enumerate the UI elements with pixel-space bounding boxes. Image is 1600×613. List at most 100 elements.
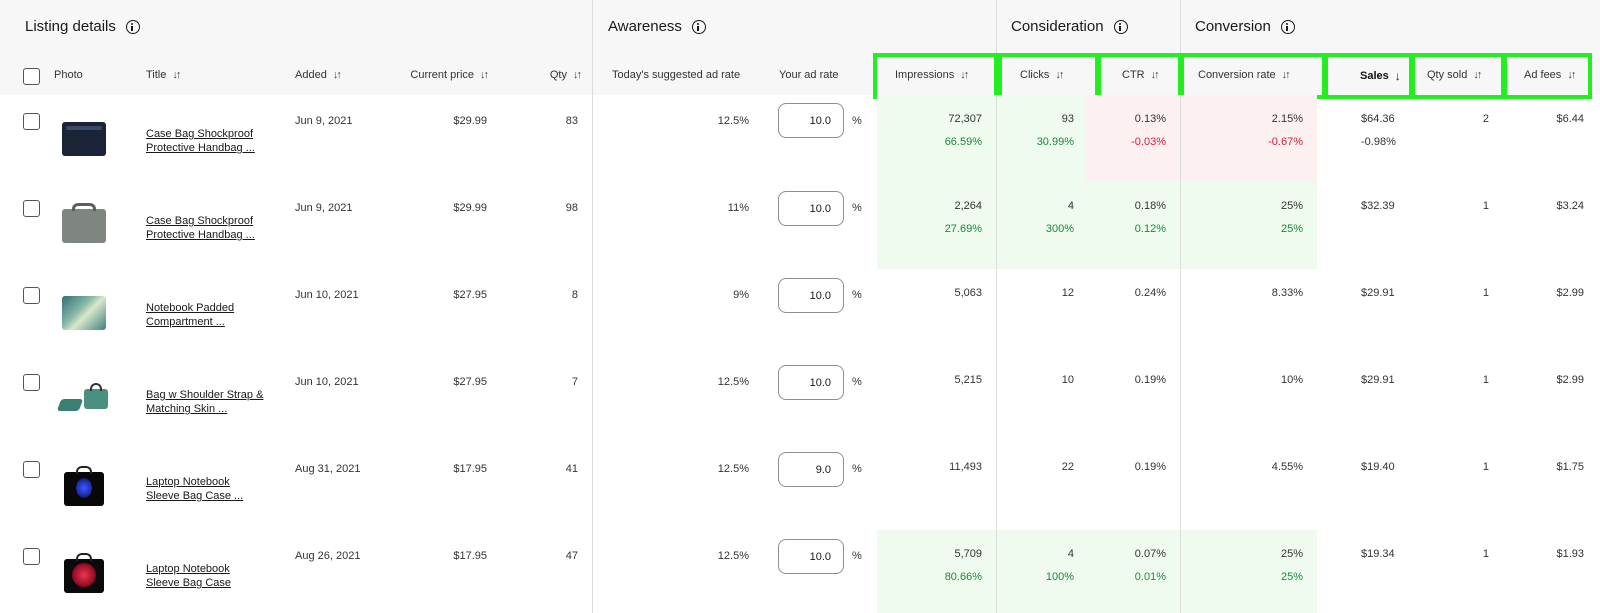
impressions-value: 5,063 bbox=[954, 287, 982, 299]
added-date: Jun 10, 2021 bbox=[295, 376, 359, 388]
product-photo[interactable] bbox=[58, 203, 110, 249]
suggested-ad-rate: 9% bbox=[733, 289, 749, 301]
quantity: 8 bbox=[571, 289, 578, 301]
percent-sign: % bbox=[852, 463, 862, 475]
sort-icon[interactable]: ↓↑ bbox=[573, 69, 582, 81]
ctr-value: 0.07% bbox=[1134, 548, 1166, 560]
row-checkbox[interactable] bbox=[23, 374, 40, 391]
listing-title-link[interactable]: Notebook Padded Compartment ... bbox=[146, 301, 266, 329]
listing-title-link[interactable]: Laptop Notebook Sleeve Bag Case bbox=[146, 562, 266, 590]
info-icon[interactable] bbox=[1113, 19, 1128, 34]
highlight-ad-fees bbox=[1503, 53, 1592, 99]
current-price: $29.99 bbox=[453, 115, 487, 127]
sort-icon[interactable]: ↓↑ bbox=[480, 69, 489, 81]
clicks-value: 93 bbox=[1061, 113, 1074, 125]
listing-title-link[interactable]: Bag w Shoulder Strap & Matching Skin ... bbox=[146, 388, 266, 416]
info-icon[interactable] bbox=[691, 19, 706, 34]
listing-title-link[interactable]: Case Bag Shockproof Protective Handbag .… bbox=[146, 214, 266, 242]
ad-rate-input[interactable] bbox=[778, 278, 844, 313]
sort-icon[interactable]: ↓↑ bbox=[172, 69, 181, 81]
group-awareness: Awareness bbox=[608, 18, 706, 35]
impressions-delta: 80.66% bbox=[944, 571, 982, 583]
percent-sign: % bbox=[852, 115, 862, 127]
conversion-rate-value: 2.15% bbox=[1271, 113, 1303, 125]
group-conversion: Conversion bbox=[1195, 18, 1295, 35]
column-header-added[interactable]: Added ↓↑ bbox=[295, 69, 342, 81]
group-listing-details: Listing details bbox=[25, 18, 140, 35]
group-title: Awareness bbox=[608, 18, 682, 35]
conversion-rate-value: 25% bbox=[1280, 200, 1303, 212]
ad-rate-input[interactable] bbox=[778, 365, 844, 400]
listing-title-link[interactable]: Laptop Notebook Sleeve Bag Case ... bbox=[146, 475, 266, 503]
current-price: $27.95 bbox=[453, 289, 487, 301]
sales-value: $29.91 bbox=[1361, 287, 1395, 299]
quantity: 47 bbox=[565, 550, 578, 562]
ad-rate-input[interactable] bbox=[778, 191, 844, 226]
highlight-ctr bbox=[1097, 53, 1182, 99]
sales-delta: -0.98% bbox=[1361, 136, 1396, 148]
ad-rate-input[interactable] bbox=[778, 103, 844, 138]
current-price: $29.99 bbox=[453, 202, 487, 214]
clicks-value: 12 bbox=[1061, 287, 1074, 299]
info-icon[interactable] bbox=[125, 19, 140, 34]
ad-fees-value: $2.99 bbox=[1556, 287, 1584, 299]
conversion-rate-value: 4.55% bbox=[1271, 461, 1303, 473]
group-title: Consideration bbox=[1011, 18, 1104, 35]
impressions-delta: 66.59% bbox=[944, 136, 982, 148]
conversion-rate-delta: 25% bbox=[1280, 223, 1303, 235]
sales-value: $19.40 bbox=[1361, 461, 1395, 473]
suggested-ad-rate: 12.5% bbox=[717, 115, 749, 127]
suggested-ad-rate: 11% bbox=[727, 202, 749, 214]
column-group-divider bbox=[592, 0, 593, 613]
column-label: Photo bbox=[54, 69, 83, 81]
added-date: Jun 9, 2021 bbox=[295, 202, 353, 214]
row-checkbox[interactable] bbox=[23, 200, 40, 217]
product-photo[interactable] bbox=[56, 377, 110, 423]
highlight-sales bbox=[1324, 53, 1413, 99]
column-header-qty[interactable]: Qty ↓↑ bbox=[520, 69, 582, 81]
row-checkbox[interactable] bbox=[23, 113, 40, 130]
ad-fees-value: $2.99 bbox=[1556, 374, 1584, 386]
row-checkbox[interactable] bbox=[23, 461, 40, 478]
column-label: Added bbox=[295, 69, 327, 81]
row-checkbox[interactable] bbox=[23, 287, 40, 304]
sales-value: $29.91 bbox=[1361, 374, 1395, 386]
qty-sold-value: 2 bbox=[1482, 113, 1489, 125]
column-label: Current price bbox=[410, 69, 474, 81]
column-group-divider bbox=[996, 95, 997, 613]
column-header-suggested-rate: Today's suggested ad rate bbox=[612, 69, 740, 81]
product-photo[interactable] bbox=[58, 464, 110, 510]
sales-value: $64.36 bbox=[1361, 113, 1395, 125]
conversion-rate-value: 25% bbox=[1280, 548, 1303, 560]
ad-rate-input[interactable] bbox=[778, 452, 844, 487]
column-header-your-ad-rate: Your ad rate bbox=[779, 69, 839, 81]
ctr-delta: 0.01% bbox=[1134, 571, 1166, 583]
clicks-value: 10 bbox=[1061, 374, 1074, 386]
current-price: $17.95 bbox=[453, 550, 487, 562]
product-photo[interactable] bbox=[58, 116, 110, 162]
info-icon[interactable] bbox=[1280, 19, 1295, 34]
column-header-title[interactable]: Title ↓↑ bbox=[146, 69, 181, 81]
ctr-delta: 0.12% bbox=[1134, 223, 1166, 235]
highlight-impressions bbox=[873, 53, 998, 99]
listing-title-link[interactable]: Case Bag Shockproof Protective Handbag .… bbox=[146, 127, 266, 155]
group-consideration: Consideration bbox=[1011, 18, 1128, 35]
qty-sold-value: 1 bbox=[1482, 548, 1489, 560]
qty-sold-value: 1 bbox=[1482, 287, 1489, 299]
suggested-ad-rate: 12.5% bbox=[717, 550, 749, 562]
impressions-value: 5,215 bbox=[954, 374, 982, 386]
ad-rate-input[interactable] bbox=[778, 539, 844, 574]
column-label: Your ad rate bbox=[779, 69, 839, 81]
ctr-value: 0.13% bbox=[1134, 113, 1166, 125]
product-photo[interactable] bbox=[58, 551, 110, 597]
product-photo[interactable] bbox=[58, 290, 110, 336]
select-all-checkbox[interactable] bbox=[23, 68, 40, 85]
impressions-value: 72,307 bbox=[948, 113, 982, 125]
current-price: $27.95 bbox=[453, 376, 487, 388]
sort-icon[interactable]: ↓↑ bbox=[333, 69, 342, 81]
qty-sold-value: 1 bbox=[1482, 200, 1489, 212]
column-header-current-price[interactable]: Current price ↓↑ bbox=[380, 69, 489, 81]
row-checkbox[interactable] bbox=[23, 548, 40, 565]
clicks-delta: 100% bbox=[1045, 571, 1074, 583]
impressions-value: 2,264 bbox=[954, 200, 982, 212]
